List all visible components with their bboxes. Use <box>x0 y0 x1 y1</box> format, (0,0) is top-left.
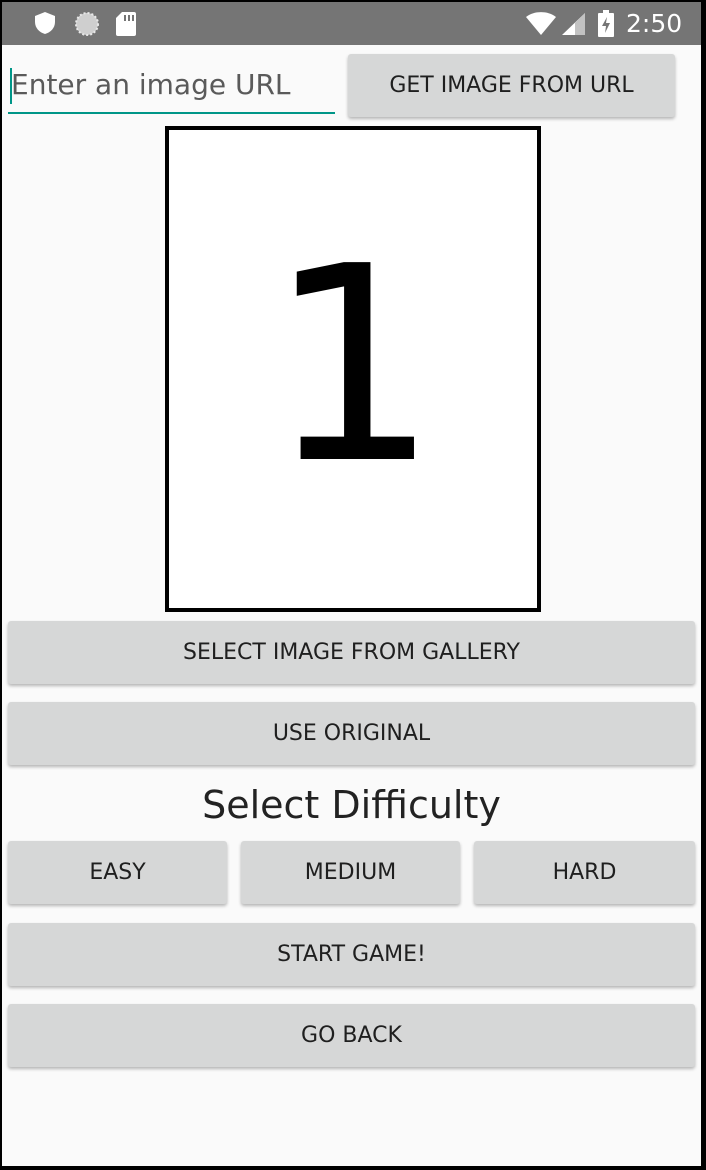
device-frame: 2:50 GET IMAGE FROM URL 1 SELECT IMAGE F… <box>0 0 706 1170</box>
easy-difficulty-button[interactable]: EASY <box>8 841 227 904</box>
status-bar: 2:50 <box>2 2 701 45</box>
shield-icon <box>34 11 56 40</box>
medium-difficulty-button[interactable]: MEDIUM <box>241 841 460 904</box>
preview-image-content: 1 <box>267 208 439 523</box>
image-url-input[interactable] <box>8 64 336 104</box>
hard-difficulty-button[interactable]: HARD <box>474 841 695 904</box>
select-image-from-gallery-button[interactable]: SELECT IMAGE FROM GALLERY <box>8 621 695 684</box>
go-back-button[interactable]: GO BACK <box>8 1004 695 1067</box>
image-preview: 1 <box>165 126 541 612</box>
url-input-container <box>8 60 336 114</box>
start-game-button[interactable]: START GAME! <box>8 923 695 986</box>
use-original-button[interactable]: USE ORIGINAL <box>8 702 695 765</box>
sd-card-icon <box>115 11 137 42</box>
battery-charging-icon <box>597 10 615 43</box>
wifi-icon <box>526 12 556 41</box>
difficulty-heading: Select Difficulty <box>202 783 501 827</box>
sync-icon <box>74 11 100 42</box>
text-cursor <box>10 68 12 104</box>
cellular-icon <box>562 13 586 40</box>
get-image-from-url-button[interactable]: GET IMAGE FROM URL <box>348 54 675 117</box>
status-time: 2:50 <box>626 9 683 38</box>
app-screen: 2:50 GET IMAGE FROM URL 1 SELECT IMAGE F… <box>2 2 701 1166</box>
